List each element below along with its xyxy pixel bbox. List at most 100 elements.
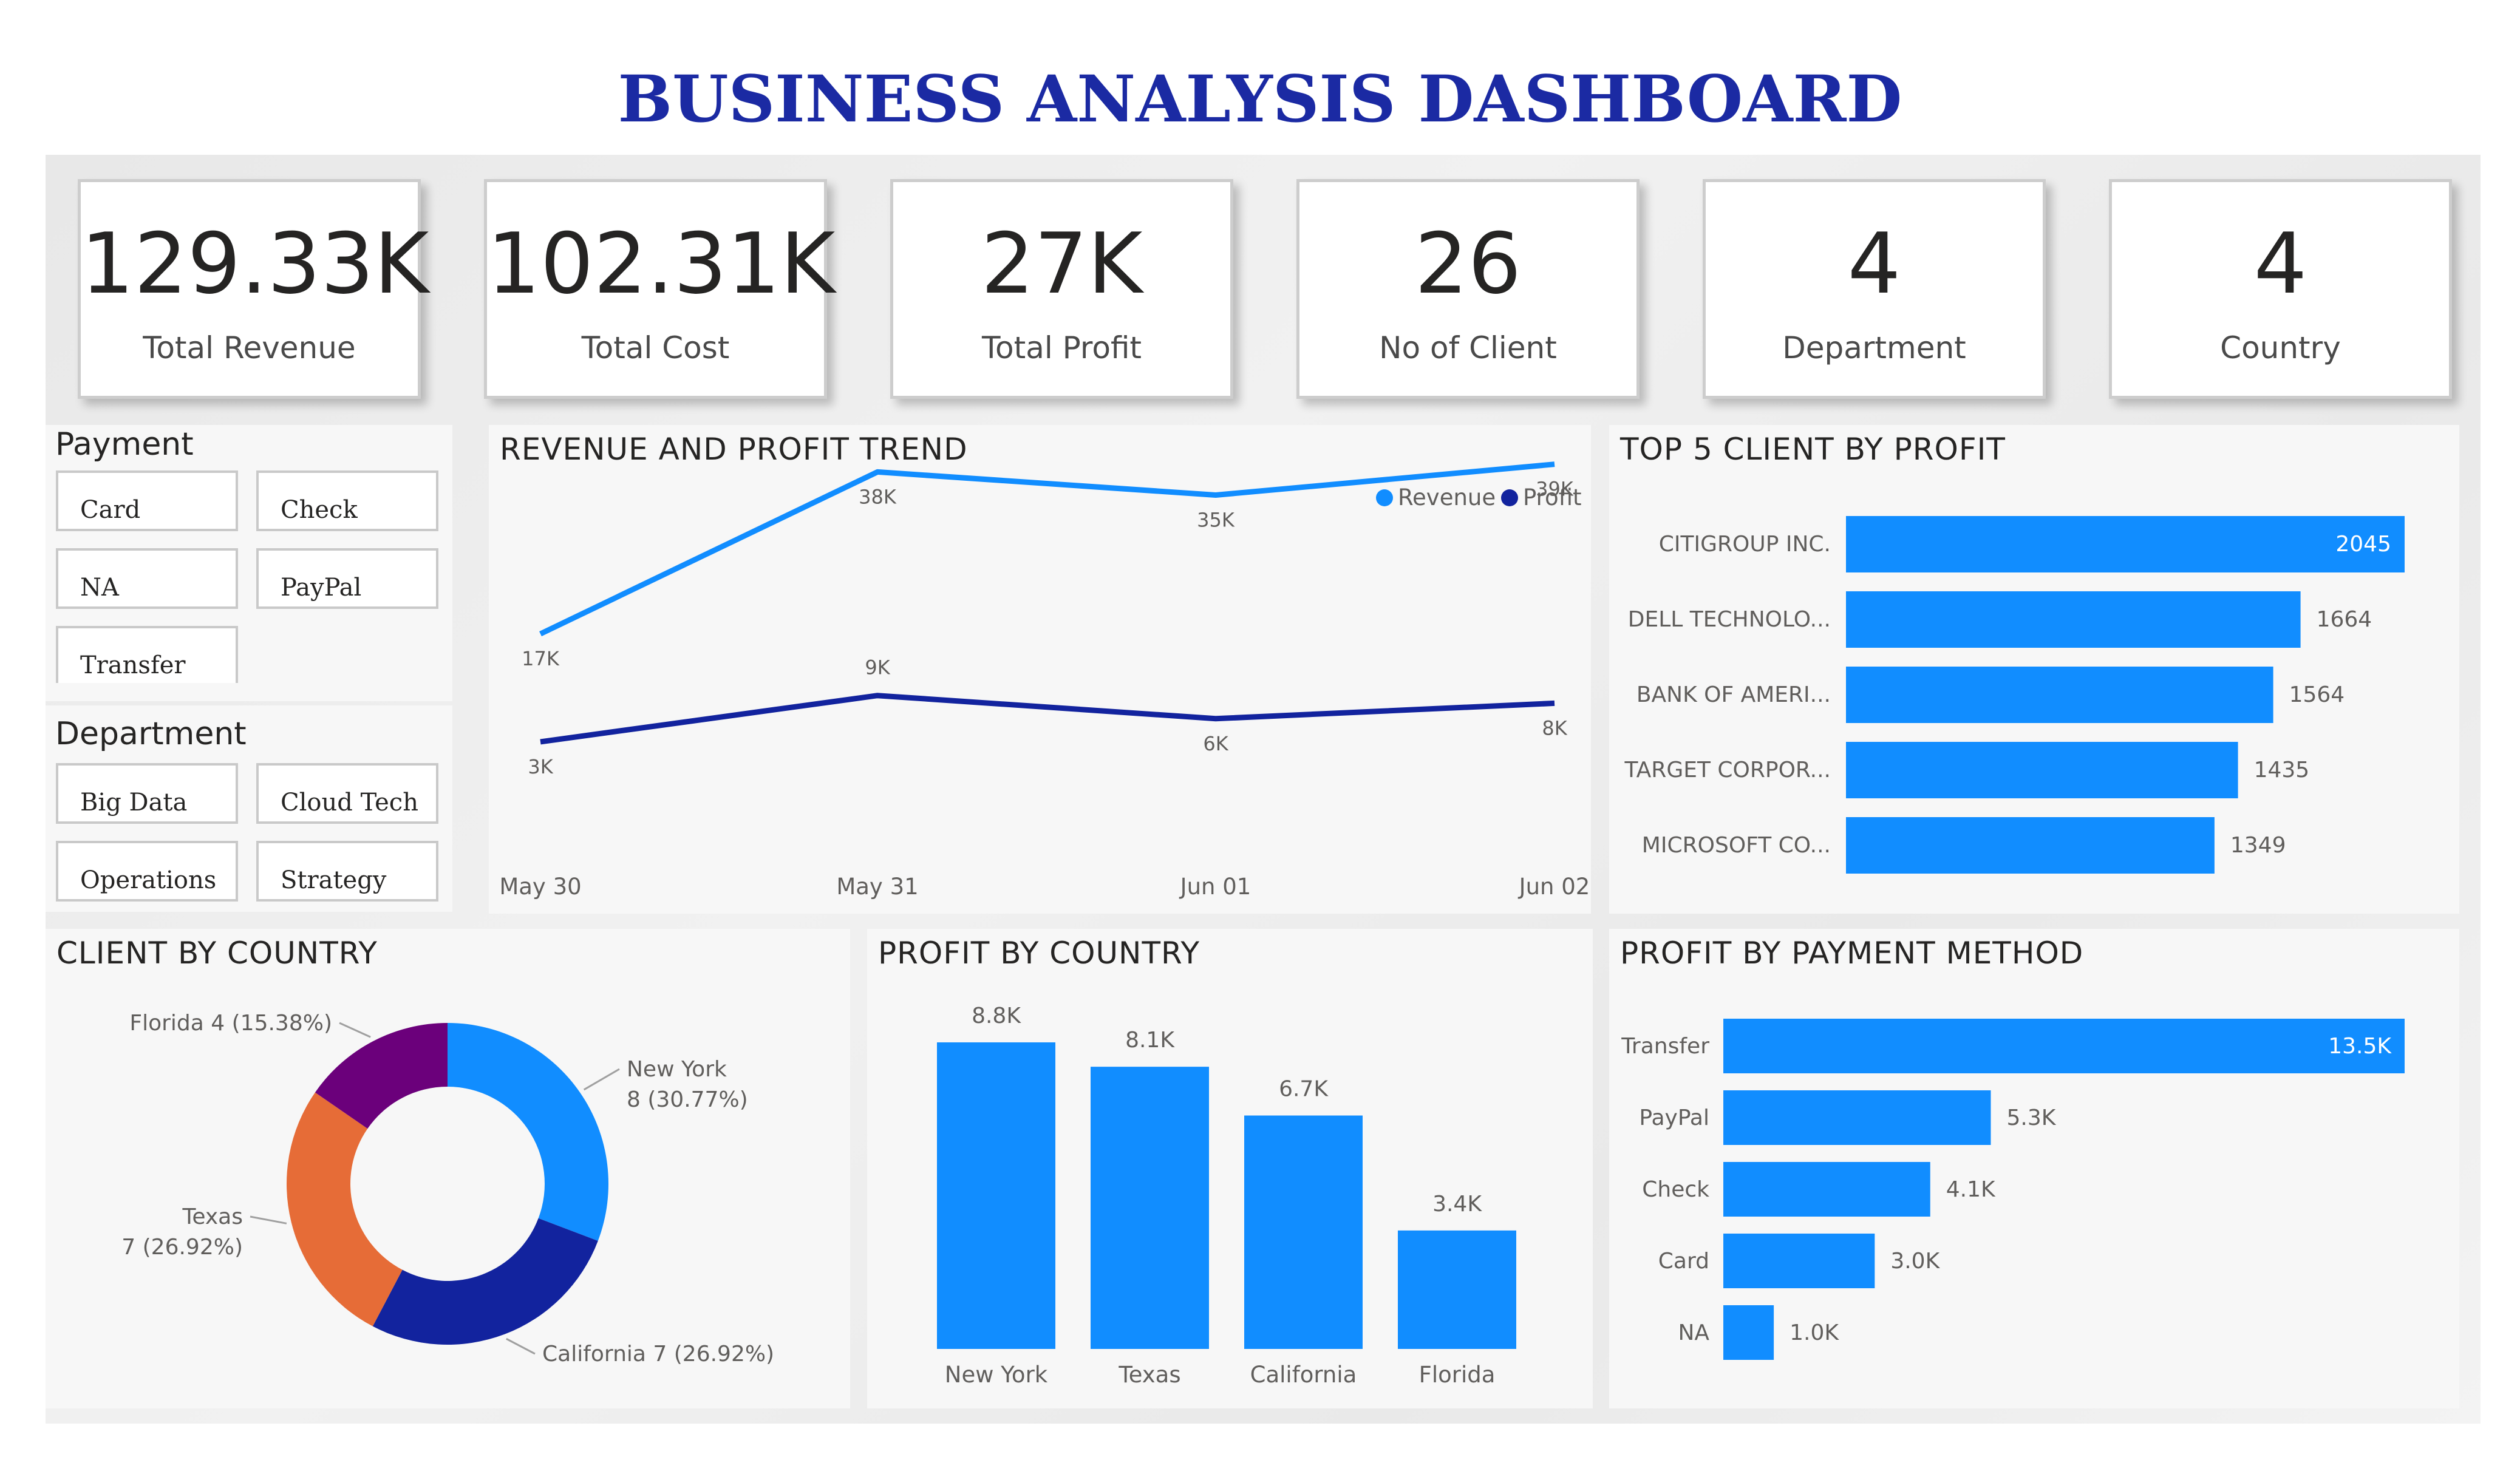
leader-line [250,1215,287,1224]
department-option-big-data[interactable]: Big Data [56,763,238,824]
slice-label: California 7 (26.92%) [542,1342,774,1367]
department-slicer-title: Department [55,716,247,752]
client-by-country-chart: New York 8 (30.77%) California 7 (26.92%) T… [121,1011,774,1367]
data-label: 2045 [2335,532,2391,557]
kpi-label: Total Revenue [143,330,356,365]
kpi-label: Department [1782,330,1966,365]
bar [1723,1090,1991,1145]
kpi-card-total-cost[interactable]: 102.31K Total Cost [484,179,836,399]
department-option-strategy[interactable]: Strategy [256,841,438,902]
payment-option-transfer[interactable]: Transfer [56,626,238,683]
kpi-label: No of Client [1379,330,1557,365]
bar [1846,742,2238,798]
bar [1723,1305,1774,1360]
bar [1398,1230,1516,1349]
data-label: 6.7K [1279,1077,1329,1102]
kpi-value: 129.33K [81,215,429,313]
slice-label: Florida 4 (15.38%) [129,1011,332,1036]
data-label: 1.0K [1790,1320,1839,1345]
category-label: NA [1678,1320,1709,1345]
data-label: 1564 [2289,682,2345,707]
slice-label: 7 (26.92%) [121,1235,243,1260]
x-tick-label: May 31 [836,874,918,900]
data-label: 38K [859,485,897,508]
x-tick-label: May 30 [499,874,581,900]
category-label: Florida [1419,1362,1496,1388]
data-label: 17K [522,647,560,670]
category-label: California [1250,1362,1357,1388]
data-label: 35K [1197,509,1235,532]
category-label: New York [945,1362,1048,1388]
category-label: BANK OF AMERI... [1636,682,1831,707]
bar [1723,1162,1930,1217]
department-option-cloud-tech[interactable]: Cloud Tech [256,763,438,824]
donut-slice [286,1092,403,1326]
bar [1846,591,2301,648]
data-label: 13.5K [2328,1034,2392,1059]
kpi-value: 26 [1414,215,1522,313]
kpi-value: 4 [2253,215,2307,313]
profit-by-payment-chart: Transfer 13.5K PayPal 5.3K Check 4.1K Card 3.0K… [1621,1019,2405,1360]
kpi-value: 102.31K [487,215,836,313]
kpi-card-no-of-client[interactable]: 26 No of Client [1296,179,1640,399]
legend-marker [1501,489,1518,506]
category-label: DELL TECHNOLO... [1628,607,1831,632]
x-tick-label: Jun 02 [1518,874,1590,900]
category-label: Transfer [1621,1034,1709,1059]
kpi-value: 27K [981,215,1143,313]
bar [1723,1234,1875,1288]
bar [1846,667,2273,723]
legend-label: Profit [1523,484,1582,511]
category-label: TARGET CORPOR... [1624,758,1831,783]
kpi-value: 4 [1847,215,1901,313]
data-label: 1349 [2230,833,2286,858]
department-slicer: Department Big Data Cloud Tech Operation… [46,705,452,912]
data-label: 8.1K [1125,1028,1175,1053]
data-label: 1435 [2254,758,2310,783]
donut-slice [448,1023,608,1241]
profit-by-country-chart: 8.8K New York 8.1K Texas 6.7K California 3.4K F… [937,1004,1516,1388]
bar [1723,1019,2405,1073]
data-label: 1664 [2317,607,2372,632]
department-option-operations[interactable]: Operations [56,841,238,902]
profit-by-payment-panel: PROFIT BY PAYMENT METHOD Transfer 13.5K Pa… [1609,929,2459,1408]
kpi-card-total-profit[interactable]: 27K Total Profit [890,179,1233,399]
kpi-card-total-revenue[interactable]: 129.33K Total Revenue [78,179,429,399]
revenue-profit-trend-panel: REVENUE AND PROFIT TREND 17K 38K 35K 39K 3K 9… [489,425,1591,914]
slice-label: New York [627,1057,727,1082]
bar [1846,817,2215,874]
legend-label: Revenue [1398,484,1496,511]
category-label: PayPal [1639,1105,1709,1130]
payment-option-paypal[interactable]: PayPal [256,548,438,609]
bar [1244,1115,1363,1349]
kpi-card-department[interactable]: 4 Department [1703,179,2046,399]
x-tick-label: Jun 01 [1179,874,1251,900]
category-label: Card [1658,1249,1709,1274]
data-label: 5.3K [2006,1105,2056,1130]
data-label: 6K [1203,732,1228,755]
payment-slicer-title: Payment [55,426,194,463]
data-label: 8.8K [972,1004,1021,1028]
kpi-label: Total Profit [981,330,1142,365]
data-label: 4.1K [1946,1177,1996,1202]
leader-line [339,1022,371,1038]
payment-option-check[interactable]: Check [256,470,438,531]
payment-slicer: Payment Card Check NA PayPal Transfer [46,425,452,701]
bar [937,1042,1055,1349]
kpi-label: Country [2220,330,2341,365]
category-label: MICROSOFT CO... [1642,833,1831,858]
payment-option-na[interactable]: NA [56,548,238,609]
profit-by-country-panel: PROFIT BY COUNTRY 8.8K New York 8.1K Texas 6… [867,929,1593,1408]
data-label: 8K [1542,716,1567,739]
client-by-country-panel: CLIENT BY COUNTRY New York 8 (30.77%) Cali… [46,929,850,1408]
data-label: 3.4K [1432,1192,1482,1217]
data-label: 3K [528,755,553,778]
top-clients-panel: TOP 5 CLIENT BY PROFIT CITIGROUP INC. 204… [1609,425,2459,914]
leader-line [583,1068,620,1091]
data-label: 9K [865,656,890,679]
legend-marker [1376,489,1393,506]
kpi-card-country[interactable]: 4 Country [2109,179,2452,399]
payment-option-card[interactable]: Card [56,470,238,531]
dashboard-title: BUSINESS ANALYSIS DASHBOARD [618,61,1902,137]
bar [1091,1067,1209,1349]
